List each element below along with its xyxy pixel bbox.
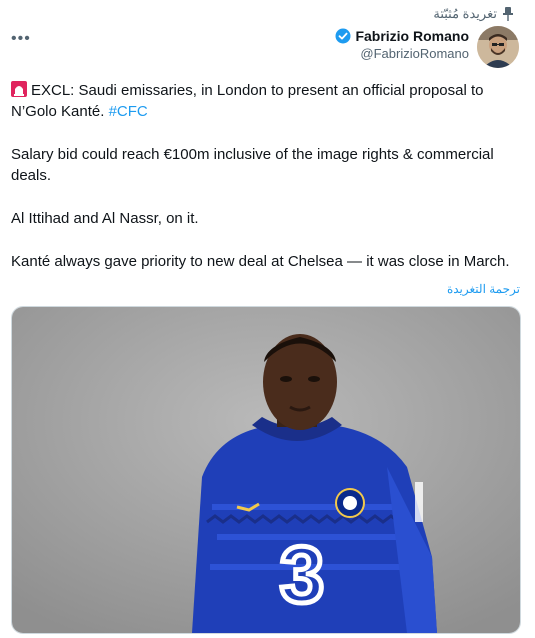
more-icon[interactable]: ••• bbox=[11, 30, 31, 48]
tweet-paragraph-4: Kanté always gave priority to new deal a… bbox=[11, 253, 510, 270]
siren-icon bbox=[11, 81, 27, 97]
author-handle[interactable]: @FabrizioRomano bbox=[335, 46, 469, 61]
avatar-image bbox=[477, 26, 519, 68]
svg-text:3: 3 bbox=[280, 530, 325, 619]
hashtag-cfc[interactable]: #CFC bbox=[109, 103, 148, 120]
author-block: Fabrizio Romano @FabrizioRomano bbox=[335, 28, 469, 61]
author-name[interactable]: Fabrizio Romano bbox=[355, 28, 469, 44]
verified-badge-icon bbox=[335, 28, 351, 44]
player-photo: 3 bbox=[12, 307, 520, 633]
pinned-indicator: تغريدة مُثبّتة bbox=[433, 6, 513, 22]
tweet-paragraph-2: Salary bid could reach €100m inclusive o… bbox=[11, 146, 494, 184]
tweet-paragraph-1: EXCL: Saudi emissaries, in London to pre… bbox=[11, 80, 521, 122]
tweet-text: EXCL: Saudi emissaries, in London to pre… bbox=[11, 80, 521, 294]
tweet-media-photo[interactable]: 3 bbox=[11, 306, 521, 634]
tweet-p1-text: EXCL: Saudi emissaries, in London to pre… bbox=[11, 82, 484, 120]
tweet-paragraph-3: Al Ittihad and Al Nassr, on it. bbox=[11, 210, 199, 227]
name-row: Fabrizio Romano bbox=[335, 28, 469, 44]
translate-tweet-link[interactable]: ترجمة التغريدة bbox=[447, 282, 520, 296]
avatar[interactable] bbox=[477, 26, 519, 68]
pinned-label: تغريدة مُثبّتة bbox=[433, 6, 497, 21]
pin-icon bbox=[503, 7, 513, 21]
